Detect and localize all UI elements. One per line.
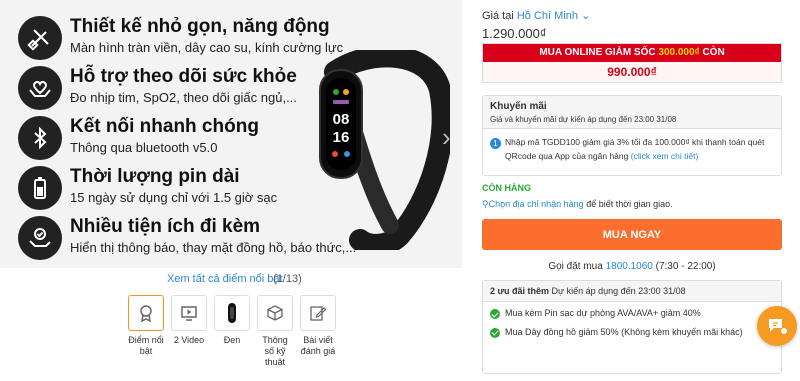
- edit-icon: [300, 295, 336, 331]
- thumb-color-black[interactable]: Đen: [214, 295, 250, 367]
- promotion-title: Khuyến mãi: [490, 101, 547, 112]
- thumb-highlights[interactable]: Điểm nổi bật: [128, 295, 164, 367]
- watch-hour: 08: [333, 111, 350, 128]
- product-feature-banner[interactable]: Thiết kế nhỏ gọn, năng động Màn hình trà…: [0, 0, 462, 268]
- extra-offer-item: Mua kèm Pin sạc dự phòng AVA/AVA+ giảm 4…: [483, 302, 781, 321]
- chevron-down-icon: ⌄: [581, 10, 591, 22]
- chat-support-button[interactable]: [757, 306, 797, 346]
- smartwatch-image: 08 16: [300, 45, 454, 256]
- thumb-label: Bài viết đánh giá: [300, 335, 336, 356]
- check-circle-icon: [490, 327, 500, 338]
- online-price: 990.000₫: [483, 62, 781, 82]
- online-discount: 300.000₫: [658, 47, 700, 58]
- feature-title: Thời lượng pin dài: [70, 166, 240, 187]
- check-circle-icon: [490, 309, 500, 319]
- next-slide-arrow[interactable]: ›: [442, 122, 451, 153]
- thumb-reviews[interactable]: Bài viết đánh giá: [300, 295, 336, 367]
- slide-counter: (1/13): [273, 273, 302, 285]
- promotion-subtitle: Giá và khuyến mãi dự kiến áp dụng đến 23…: [490, 115, 677, 124]
- feature-subtitle: 15 ngày sử dụng chỉ với 1.5 giờ sạc: [70, 190, 278, 205]
- online-deal-box[interactable]: MUA ONLINE GIẢM SỐC 300.000₫ CÒN 990.000…: [482, 43, 782, 83]
- video-icon: [171, 295, 207, 331]
- location-selector[interactable]: Hồ Chí Minh ⌄: [517, 10, 590, 22]
- thumb-videos[interactable]: 2 Video: [171, 295, 207, 367]
- feature-subtitle: Thông qua bluetooth v5.0: [70, 140, 218, 155]
- heart-hands-icon: [18, 66, 62, 110]
- online-deal-header: MUA ONLINE GIẢM SỐC 300.000₫ CÒN: [483, 44, 781, 62]
- view-all-highlights-link[interactable]: Xem tất cả điểm nổi bật: [167, 273, 283, 285]
- promotion-details-link[interactable]: (click xem chi tiết): [631, 151, 699, 161]
- call-to-order: Gọi đặt mua 1800.1060 (7:30 - 22:00): [548, 261, 716, 272]
- chat-icon: [769, 319, 788, 335]
- hand-check-icon: [18, 216, 62, 260]
- bluetooth-icon: [18, 116, 62, 160]
- feature-title: Nhiều tiện ích đi kèm: [70, 216, 261, 237]
- feature-title: Hỗ trợ theo dõi sức khỏe: [70, 66, 297, 87]
- black-band-icon: [214, 295, 250, 331]
- thumb-label: Đen: [223, 335, 241, 345]
- location-prefix: Giá tại: [482, 10, 514, 22]
- promotion-box: Khuyến mãi Giá và khuyến mãi dự kiến áp …: [482, 95, 782, 176]
- thumb-label: Thông số kỹ thuật: [262, 335, 288, 367]
- extra-offers-box: 2 ưu đãi thêm Dự kiến áp dụng đến 23:00 …: [482, 280, 782, 374]
- regular-price: 1.290.000₫: [482, 26, 547, 41]
- feature-title: Thiết kế nhỏ gọn, năng động: [70, 16, 330, 37]
- promotion-number-badge: 1: [490, 138, 501, 149]
- award-icon: [128, 295, 164, 331]
- extra-offer-item: Mua Dây đồng hồ giảm 50% (Không kèm khuy…: [483, 321, 781, 340]
- choose-address-link[interactable]: Chọn địa chỉ nhận hàng: [489, 199, 584, 209]
- buy-now-button[interactable]: MUA NGAY: [482, 219, 782, 250]
- promotion-item: 1 Nhập mã TGDD100 giảm giá 3% tối đa 100…: [483, 129, 781, 163]
- feature-title: Kết nối nhanh chóng: [70, 116, 259, 137]
- stock-status: CÒN HÀNG: [482, 183, 531, 193]
- watch-minute: 16: [333, 129, 350, 146]
- location-pin-icon: ⚲: [482, 199, 489, 209]
- design-tools-icon: [18, 16, 62, 60]
- hotline-link[interactable]: 1800.1060: [606, 261, 653, 272]
- battery-icon: [18, 166, 62, 210]
- feature-subtitle: Đo nhịp tim, SpO2, theo dõi giấc ngủ,...: [70, 90, 297, 105]
- cube-icon: [257, 295, 293, 331]
- gallery-thumbnails: Điểm nổi bật 2 Video Đen Thông số kỹ thu…: [128, 295, 336, 367]
- extra-offers-header: 2 ưu đãi thêm Dự kiến áp dụng đến 23:00 …: [483, 281, 781, 302]
- thumb-label: 2 Video: [173, 335, 205, 345]
- delivery-address: ⚲Chọn địa chỉ nhận hàng để biết thời gia…: [482, 199, 673, 209]
- thumb-specs[interactable]: Thông số kỹ thuật: [257, 295, 293, 367]
- thumb-label: Điểm nổi bật: [128, 335, 164, 356]
- price-location: Giá tại Hồ Chí Minh ⌄: [482, 9, 590, 22]
- purchase-panel: Giá tại Hồ Chí Minh ⌄ 1.290.000₫ MUA ONL…: [482, 0, 782, 381]
